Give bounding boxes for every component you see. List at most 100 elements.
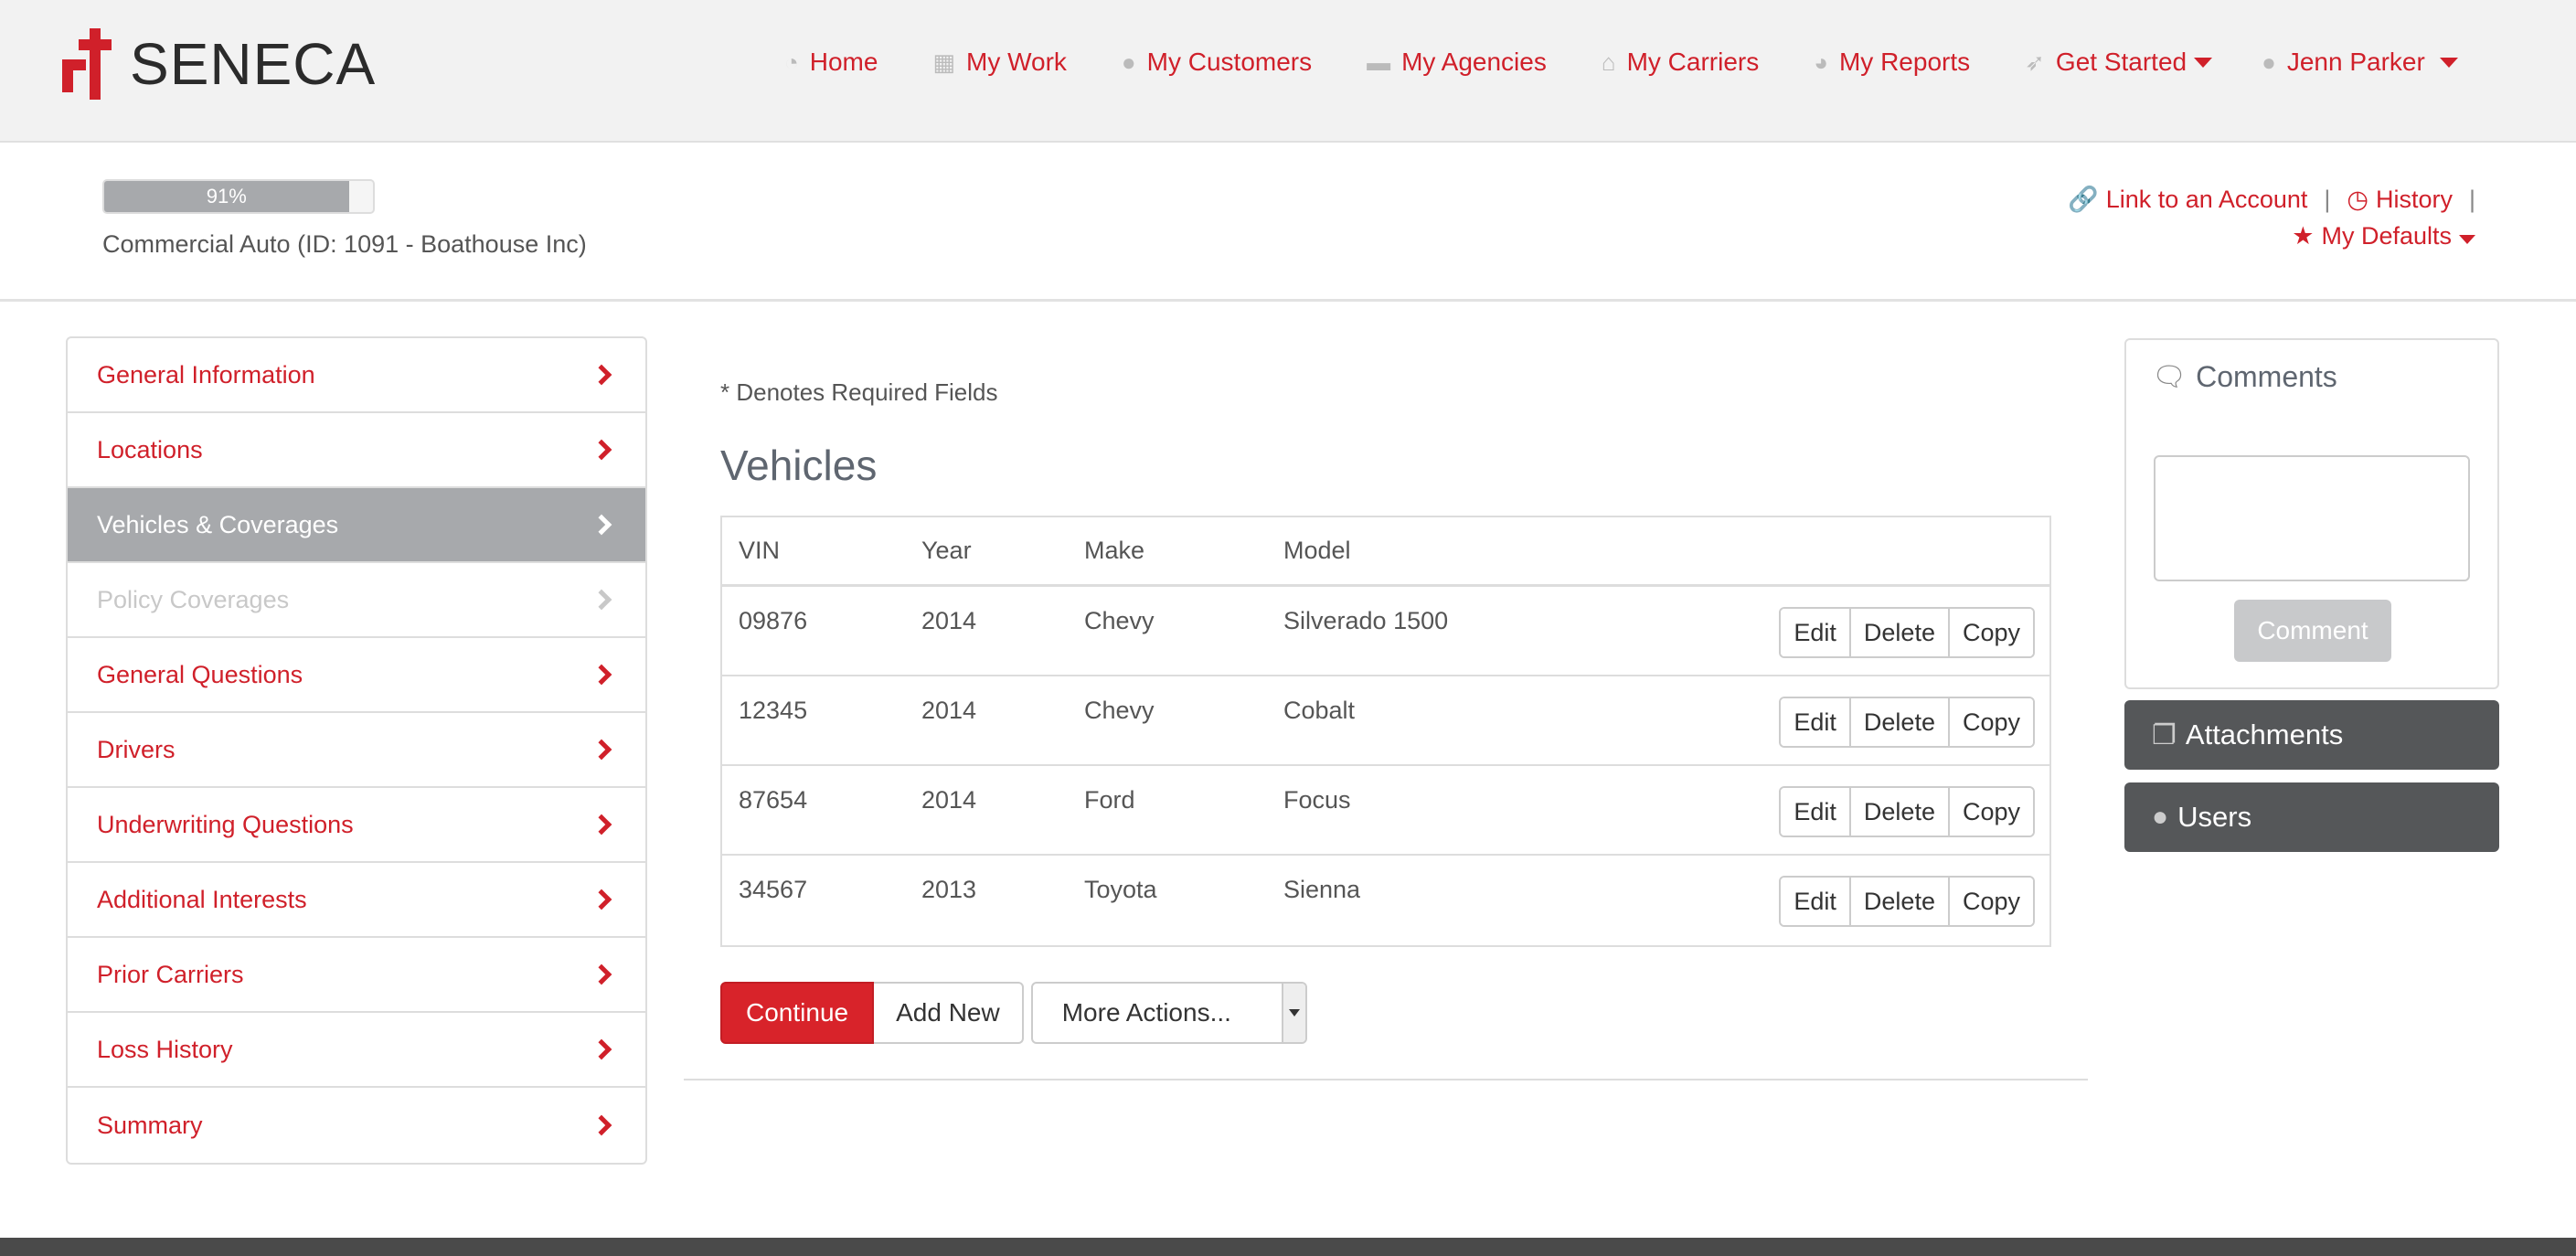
sidebar-item-general-information[interactable]: General Information: [68, 338, 645, 413]
cell-vin: 09876: [739, 607, 808, 634]
users-panel-button[interactable]: ● Users: [2124, 782, 2499, 852]
sidebar-item-loss-history[interactable]: Loss History: [68, 1013, 645, 1088]
footer-bar: [0, 1238, 2576, 1256]
rocket-icon: ➶: [2025, 48, 2045, 76]
attachments-icon: ❐: [2152, 719, 2177, 750]
cell-make: Toyota: [1084, 876, 1157, 903]
cell-vin: 87654: [739, 786, 808, 814]
copy-button[interactable]: Copy: [1949, 878, 2033, 925]
delete-button[interactable]: Delete: [1850, 609, 1950, 656]
clock-icon: ◷: [2347, 185, 2368, 213]
edit-button[interactable]: Edit: [1781, 698, 1851, 746]
nav-my-work[interactable]: ▦ My Work: [932, 48, 1067, 77]
sidebar-item-underwriting-questions[interactable]: Underwriting Questions: [68, 788, 645, 863]
sidebar-item-label: Prior Carriers: [97, 960, 244, 988]
add-new-button[interactable]: Add New: [874, 982, 1024, 1044]
copy-button[interactable]: Copy: [1949, 609, 2033, 656]
sidebar-item-label: Vehicles & Coverages: [97, 510, 339, 538]
row-actions: Edit Delete Copy: [1779, 876, 2035, 927]
chevron-right-icon: [591, 589, 612, 611]
cell-make: Chevy: [1084, 697, 1155, 724]
chevron-right-icon: [591, 889, 612, 910]
nav-label: Get Started: [2055, 48, 2187, 76]
table-row: 87654 2014 Ford Focus Edit Delete Copy: [722, 766, 2049, 856]
attachments-panel-button[interactable]: ❐ Attachments: [2124, 700, 2499, 770]
copy-button[interactable]: Copy: [1949, 788, 2033, 836]
column-header-year: Year: [921, 537, 972, 564]
completion-progress-bar: 91%: [102, 179, 375, 214]
cell-make: Chevy: [1084, 607, 1155, 634]
nav-my-customers[interactable]: ● My Customers: [1122, 48, 1312, 77]
sidebar-item-label: General Information: [97, 360, 315, 389]
sidebar-item-label: General Questions: [97, 660, 303, 688]
row-actions: Edit Delete Copy: [1779, 607, 2035, 658]
nav-label: My Work: [966, 48, 1067, 76]
chevron-right-icon: [591, 1038, 612, 1060]
sidebar-item-label: Underwriting Questions: [97, 810, 354, 838]
comment-button[interactable]: Comment: [2234, 600, 2391, 662]
comments-title: 🗨 Comments: [2152, 360, 2337, 394]
delete-button[interactable]: Delete: [1850, 698, 1950, 746]
sidebar-item-vehicles-coverages[interactable]: Vehicles & Coverages: [68, 488, 645, 563]
sidebar-item-summary[interactable]: Summary: [68, 1088, 645, 1163]
nav-my-carriers[interactable]: ⌂ My Carriers: [1602, 48, 1759, 77]
sidebar-item-label: Loss History: [97, 1035, 233, 1063]
select-arrow-icon: [1281, 984, 1305, 1042]
nav-label: My Reports: [1838, 48, 1971, 76]
sidebar-item-general-questions[interactable]: General Questions: [68, 638, 645, 713]
section-sidebar: General Information Locations Vehicles &…: [66, 336, 647, 1165]
nav-my-agencies[interactable]: ▬ My Agencies: [1367, 48, 1547, 77]
attachments-label: Attachments: [2185, 718, 2344, 750]
history-link[interactable]: ◷ History: [2347, 186, 2453, 214]
brand-name: SENECA: [130, 31, 377, 97]
edit-button[interactable]: Edit: [1781, 878, 1851, 925]
nav-label: Home: [809, 48, 878, 76]
edit-button[interactable]: Edit: [1781, 609, 1851, 656]
link-to-account[interactable]: 🔗 Link to an Account: [2068, 185, 2307, 214]
more-actions-select[interactable]: More Actions...: [1030, 982, 1307, 1044]
separator: |: [2468, 185, 2475, 213]
dashboard-icon: ◔: [784, 48, 799, 76]
main-nav: ◔ Home ▦ My Work ● My Customers ▬ My Agencie…: [784, 48, 2458, 77]
comment-textarea[interactable]: [2154, 455, 2470, 581]
nav-label: My Customers: [1146, 48, 1313, 76]
sidebar-item-locations[interactable]: Locations: [68, 413, 645, 488]
copy-button[interactable]: Copy: [1949, 698, 2033, 746]
nav-get-started[interactable]: ➶ Get Started: [2025, 48, 2213, 77]
link-label: My Defaults: [2321, 221, 2452, 250]
sidebar-item-prior-carriers[interactable]: Prior Carriers: [68, 938, 645, 1013]
seneca-logo-mark: [62, 28, 112, 100]
top-navbar: SENECA ◔ Home ▦ My Work ● My Customers ▬ My …: [0, 0, 2576, 143]
policy-header: 91% Commercial Auto (ID: 1091 - Boathous…: [0, 144, 2576, 302]
sidebar-item-label: Additional Interests: [97, 885, 307, 913]
nav-my-reports[interactable]: ◕ My Reports: [1814, 48, 1970, 77]
users-icon: ●: [2152, 802, 2169, 832]
sidebar-item-drivers[interactable]: Drivers: [68, 713, 645, 788]
cell-year: 2014: [921, 607, 977, 634]
pie-chart-icon: ◕: [1814, 48, 1828, 76]
policy-label: Commercial Auto (ID: 1091 - Boathouse In…: [102, 230, 587, 258]
edit-button[interactable]: Edit: [1781, 788, 1851, 836]
table-row: 12345 2014 Chevy Cobalt Edit Delete Copy: [722, 676, 2049, 766]
continue-button[interactable]: Continue: [720, 982, 875, 1044]
my-defaults-dropdown[interactable]: ★ My Defaults: [2292, 222, 2475, 250]
separator: |: [2324, 185, 2331, 213]
delete-button[interactable]: Delete: [1850, 878, 1950, 925]
table-row: 09876 2014 Chevy Silverado 1500 Edit Del…: [722, 587, 2049, 676]
chevron-right-icon: [591, 514, 612, 536]
seneca-logo[interactable]: SENECA: [62, 27, 376, 101]
table-header: VIN Year Make Model: [722, 517, 2049, 587]
star-icon: ★: [2292, 221, 2315, 250]
cell-year: 2014: [921, 786, 977, 814]
nav-user-menu[interactable]: ● Jenn Parker: [2262, 48, 2458, 77]
chevron-right-icon: [591, 814, 612, 836]
sidebar-item-label: Drivers: [97, 735, 176, 763]
cell-year: 2013: [921, 876, 977, 903]
chevron-right-icon: [591, 664, 612, 686]
cell-vin: 34567: [739, 876, 808, 903]
chevron-right-icon: [591, 439, 612, 461]
link-label: Link to an Account: [2105, 186, 2308, 213]
sidebar-item-additional-interests[interactable]: Additional Interests: [68, 863, 645, 938]
nav-home[interactable]: ◔ Home: [784, 48, 878, 77]
delete-button[interactable]: Delete: [1850, 788, 1950, 836]
